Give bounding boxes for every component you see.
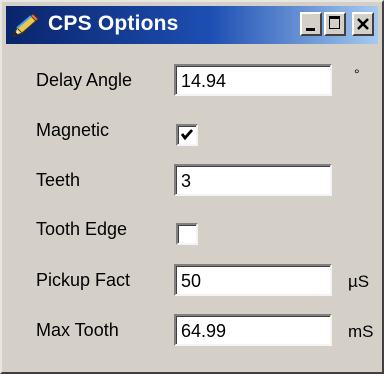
maximize-button[interactable] bbox=[324, 12, 346, 36]
pickup-fact-label: Pickup Fact bbox=[36, 270, 131, 290]
window-title: CPS Options bbox=[48, 12, 179, 35]
tooth-edge-label: Tooth Edge bbox=[36, 219, 128, 239]
cps-options-window: CPS Options Delay Angle ° Magnetic Teeth bbox=[0, 0, 384, 374]
delay-angle-label: Delay Angle bbox=[36, 70, 133, 90]
max-tooth-unit: mS bbox=[348, 322, 374, 341]
close-icon bbox=[357, 18, 369, 30]
pickup-fact-input[interactable] bbox=[174, 264, 332, 296]
delay-angle-unit: ° bbox=[354, 66, 360, 82]
close-button[interactable] bbox=[352, 12, 374, 36]
tooth-edge-checkbox[interactable] bbox=[176, 223, 198, 245]
checkmark-icon bbox=[180, 129, 194, 141]
delay-angle-input[interactable] bbox=[174, 64, 332, 96]
pencil-icon bbox=[11, 11, 41, 39]
max-tooth-input[interactable] bbox=[174, 314, 332, 346]
teeth-label: Teeth bbox=[36, 170, 81, 190]
minimize-button[interactable] bbox=[300, 12, 322, 36]
max-tooth-label: Max Tooth bbox=[36, 320, 119, 340]
teeth-input[interactable] bbox=[174, 164, 332, 196]
magnetic-checkbox[interactable] bbox=[176, 124, 198, 146]
title-bar[interactable]: CPS Options bbox=[6, 6, 378, 44]
magnetic-label: Magnetic bbox=[36, 120, 110, 140]
pickup-fact-unit: µS bbox=[348, 272, 370, 291]
